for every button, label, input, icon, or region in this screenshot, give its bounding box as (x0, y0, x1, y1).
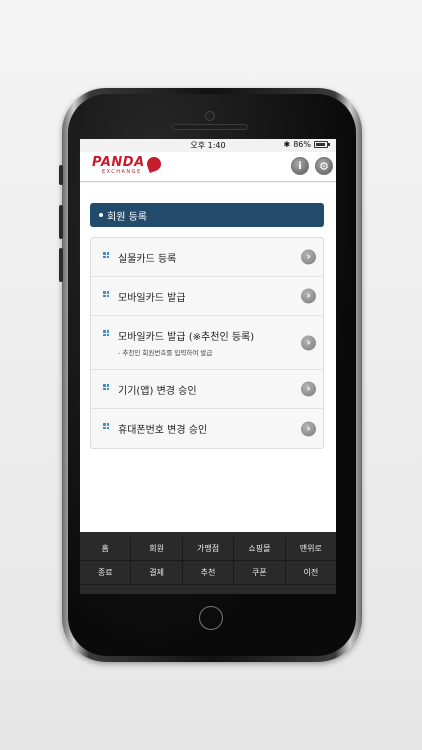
nav-payment[interactable]: 결제 (131, 561, 183, 584)
nav-row-2: 종료 결제 추천 쿠폰 이전 (80, 561, 336, 585)
bullet-icon (103, 252, 109, 258)
menu-item-mobile-card[interactable]: 모바일카드 발급 › (91, 277, 323, 316)
nav-member[interactable]: 회원 (131, 537, 183, 560)
status-right: ✱ 86% (283, 140, 330, 149)
logo-mark-icon (144, 154, 163, 173)
chevron-right-icon: › (301, 381, 316, 397)
nav-recommend[interactable]: 추천 (183, 561, 235, 584)
menu-item-physical-card[interactable]: 실물카드 등록 › (91, 238, 323, 277)
app-header: PANDA EXCHANGE i ⚙ (80, 152, 336, 182)
bluetooth-icon: ✱ (283, 140, 291, 149)
member-menu-list: 실물카드 등록 › 모바일카드 발급 › 모바일카드 발급 (※추천인 등록) … (90, 237, 324, 449)
volume-down-button (59, 248, 63, 282)
panda-logo[interactable]: PANDA EXCHANGE (92, 154, 163, 175)
nav-home[interactable]: 홈 (80, 537, 132, 560)
menu-item-device-change[interactable]: 기기(앱) 변경 승인 › (91, 370, 323, 409)
menu-item-sublabel: - 추천인 회원번호를 입력하여 발급 (118, 349, 213, 357)
nav-back[interactable]: 이전 (286, 561, 336, 584)
section-title-bar: 회원 등록 (90, 203, 324, 227)
mute-switch (59, 165, 63, 185)
nav-merchant[interactable]: 가맹점 (183, 537, 235, 560)
menu-item-label: 기기(앱) 변경 승인 (118, 385, 197, 397)
nav-shopping-mall[interactable]: 쇼핑몰 (234, 537, 286, 560)
bullet-icon (103, 423, 109, 429)
gear-icon[interactable]: ⚙ (315, 157, 333, 175)
menu-item-label: 모바일카드 발급 (※추천인 등록) (118, 332, 255, 343)
logo-main-text: PANDA (92, 155, 145, 170)
battery-icon (314, 141, 330, 148)
chevron-right-icon: › (301, 335, 316, 350)
home-button[interactable] (199, 606, 223, 630)
menu-item-mobile-card-referral[interactable]: 모바일카드 발급 (※추천인 등록) - 추천인 회원번호를 입력하여 발급 › (91, 316, 323, 370)
menu-item-label: 휴대폰번호 변경 승인 (118, 425, 208, 436)
nav-exit[interactable]: 종료 (80, 561, 132, 584)
bullet-icon (103, 291, 109, 297)
logo-sub-text: EXCHANGE (102, 169, 142, 175)
volume-up-button (59, 205, 63, 239)
nav-coupon[interactable]: 쿠폰 (234, 561, 286, 584)
info-icon[interactable]: i (291, 157, 309, 175)
menu-item-label: 모바일카드 발급 (118, 292, 186, 304)
front-camera (205, 111, 215, 121)
section-title: 회원 등록 (107, 211, 147, 223)
battery-fill (316, 143, 325, 146)
bullet-icon (103, 384, 109, 390)
section-dot-icon (99, 213, 103, 217)
main-content: 회원 등록 실물카드 등록 › 모바일카드 발급 › 모바일카드 발급 (※추천… (80, 183, 336, 532)
menu-item-phone-change[interactable]: 휴대폰번호 변경 승인 › (91, 409, 323, 448)
chevron-right-icon: › (301, 288, 316, 304)
nav-scroll-top[interactable]: 맨위로 (286, 537, 336, 560)
earpiece-speaker (172, 124, 248, 130)
app-screen: 오후 1:40 ✱ 86% PANDA EXCHANGE i ⚙ 회원 등록 실… (80, 139, 336, 594)
bottom-nav: 홈 회원 가맹점 쇼핑몰 맨위로 종료 결제 추천 쿠폰 이전 (80, 532, 336, 594)
chevron-right-icon: › (301, 421, 316, 436)
bullet-icon (103, 330, 109, 336)
battery-percent: 86% (293, 140, 311, 149)
chevron-right-icon: › (301, 249, 316, 265)
menu-item-label: 실물카드 등록 (118, 253, 177, 265)
status-bar: 오후 1:40 ✱ 86% (80, 139, 336, 152)
nav-row-1: 홈 회원 가맹점 쇼핑몰 맨위로 (80, 537, 336, 561)
